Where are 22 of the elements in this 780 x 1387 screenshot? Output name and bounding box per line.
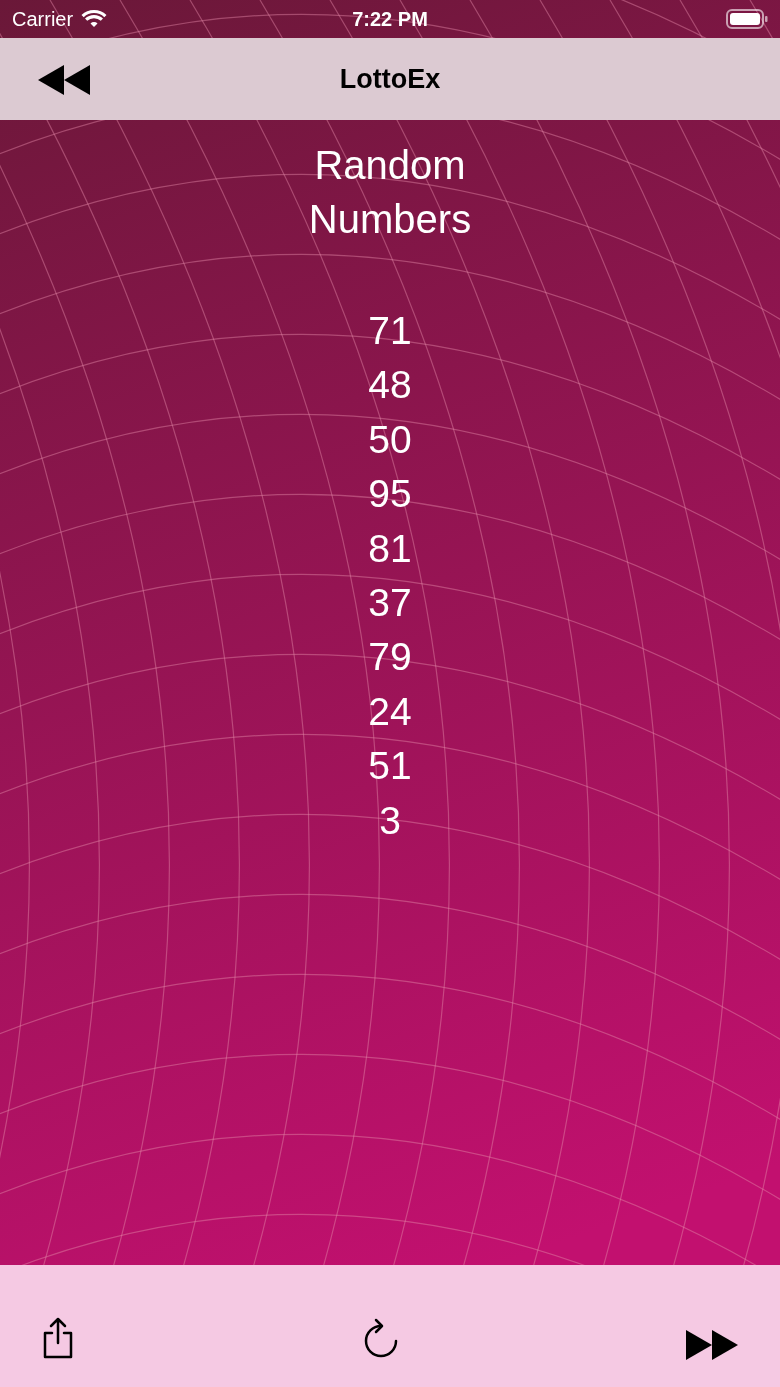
random-number: 51 bbox=[368, 743, 412, 790]
battery-icon bbox=[726, 9, 768, 29]
random-number: 24 bbox=[368, 688, 412, 735]
random-number: 3 bbox=[379, 797, 401, 844]
time-label: 7:22 PM bbox=[352, 7, 428, 32]
fast-forward-icon bbox=[686, 1329, 740, 1361]
random-number: 48 bbox=[368, 362, 412, 409]
refresh-button[interactable] bbox=[362, 1317, 400, 1359]
heading: Random Numbers bbox=[307, 142, 473, 243]
random-number: 81 bbox=[368, 525, 412, 572]
back-button[interactable] bbox=[38, 64, 92, 96]
carrier-label: Carrier bbox=[12, 7, 74, 32]
random-number: 95 bbox=[368, 471, 412, 518]
random-number: 37 bbox=[368, 580, 412, 627]
forward-button[interactable] bbox=[686, 1329, 740, 1361]
wifi-icon bbox=[81, 9, 108, 29]
random-number: 71 bbox=[368, 308, 412, 354]
refresh-icon bbox=[362, 1317, 400, 1359]
rewind-icon bbox=[38, 64, 92, 96]
random-number: 50 bbox=[368, 416, 412, 463]
navigation-title: LottoEx bbox=[339, 62, 441, 96]
random-number: 79 bbox=[368, 634, 412, 681]
